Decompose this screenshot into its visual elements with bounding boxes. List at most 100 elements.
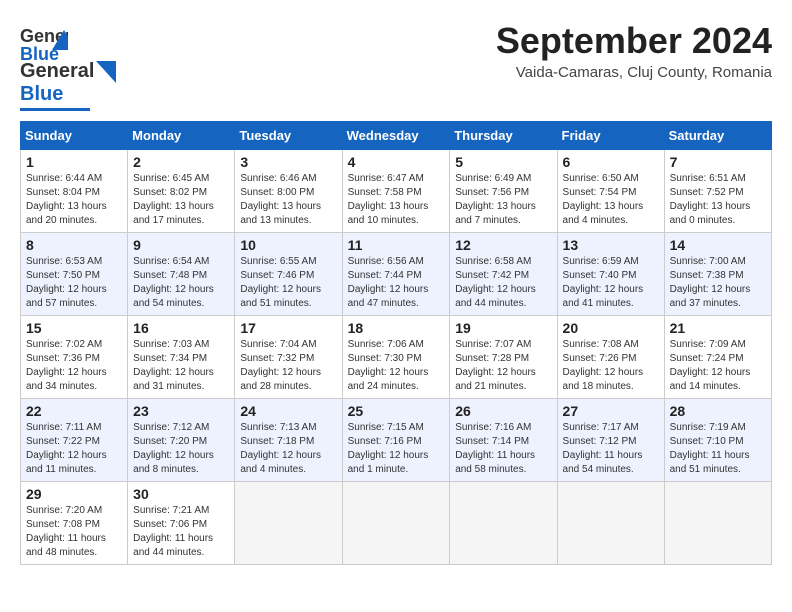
day-cell-4: 4 Sunrise: 6:47 AM Sunset: 7:58 PM Dayli… xyxy=(342,150,450,233)
day-number: 14 xyxy=(670,237,766,253)
day-info: Sunrise: 7:12 AM Sunset: 7:20 PM Dayligh… xyxy=(133,421,229,477)
day-number: 11 xyxy=(348,237,445,253)
weekday-header-tuesday: Tuesday xyxy=(235,122,342,150)
logo-arrow-icon xyxy=(96,61,116,83)
weekday-header-monday: Monday xyxy=(128,122,235,150)
day-number: 4 xyxy=(348,154,445,170)
day-cell-2: 2 Sunrise: 6:45 AM Sunset: 8:02 PM Dayli… xyxy=(128,150,235,233)
day-cell-22: 22 Sunrise: 7:11 AM Sunset: 7:22 PM Dayl… xyxy=(21,399,128,482)
week-row-2: 8 Sunrise: 6:53 AM Sunset: 7:50 PM Dayli… xyxy=(21,233,772,316)
logo: General Blue General Blue xyxy=(20,20,116,111)
location: Vaida-Camaras, Cluj County, Romania xyxy=(496,64,772,81)
weekday-header-sunday: Sunday xyxy=(21,122,128,150)
day-number: 29 xyxy=(26,486,122,502)
day-cell-8: 8 Sunrise: 6:53 AM Sunset: 7:50 PM Dayli… xyxy=(21,233,128,316)
day-info: Sunrise: 6:55 AM Sunset: 7:46 PM Dayligh… xyxy=(240,255,336,311)
day-info: Sunrise: 6:53 AM Sunset: 7:50 PM Dayligh… xyxy=(26,255,122,311)
day-info: Sunrise: 7:21 AM Sunset: 7:06 PM Dayligh… xyxy=(133,504,229,560)
day-info: Sunrise: 7:08 AM Sunset: 7:26 PM Dayligh… xyxy=(563,338,659,394)
day-number: 19 xyxy=(455,320,551,336)
day-info: Sunrise: 7:15 AM Sunset: 7:16 PM Dayligh… xyxy=(348,421,445,477)
day-info: Sunrise: 6:46 AM Sunset: 8:00 PM Dayligh… xyxy=(240,172,336,228)
empty-cell xyxy=(557,482,664,565)
day-info: Sunrise: 6:45 AM Sunset: 8:02 PM Dayligh… xyxy=(133,172,229,228)
empty-cell xyxy=(342,482,450,565)
day-cell-17: 17 Sunrise: 7:04 AM Sunset: 7:32 PM Dayl… xyxy=(235,316,342,399)
day-number: 15 xyxy=(26,320,122,336)
day-cell-9: 9 Sunrise: 6:54 AM Sunset: 7:48 PM Dayli… xyxy=(128,233,235,316)
day-cell-29: 29 Sunrise: 7:20 AM Sunset: 7:08 PM Dayl… xyxy=(21,482,128,565)
day-info: Sunrise: 7:20 AM Sunset: 7:08 PM Dayligh… xyxy=(26,504,122,560)
day-info: Sunrise: 6:56 AM Sunset: 7:44 PM Dayligh… xyxy=(348,255,445,311)
day-cell-7: 7 Sunrise: 6:51 AM Sunset: 7:52 PM Dayli… xyxy=(664,150,771,233)
weekday-header-wednesday: Wednesday xyxy=(342,122,450,150)
day-number: 2 xyxy=(133,154,229,170)
day-info: Sunrise: 6:47 AM Sunset: 7:58 PM Dayligh… xyxy=(348,172,445,228)
day-cell-30: 30 Sunrise: 7:21 AM Sunset: 7:06 PM Dayl… xyxy=(128,482,235,565)
day-number: 18 xyxy=(348,320,445,336)
empty-cell xyxy=(450,482,557,565)
day-cell-16: 16 Sunrise: 7:03 AM Sunset: 7:34 PM Dayl… xyxy=(128,316,235,399)
day-number: 3 xyxy=(240,154,336,170)
day-info: Sunrise: 6:54 AM Sunset: 7:48 PM Dayligh… xyxy=(133,255,229,311)
day-number: 12 xyxy=(455,237,551,253)
weekday-header-friday: Friday xyxy=(557,122,664,150)
day-cell-26: 26 Sunrise: 7:16 AM Sunset: 7:14 PM Dayl… xyxy=(450,399,557,482)
day-info: Sunrise: 7:13 AM Sunset: 7:18 PM Dayligh… xyxy=(240,421,336,477)
day-info: Sunrise: 7:02 AM Sunset: 7:36 PM Dayligh… xyxy=(26,338,122,394)
day-cell-5: 5 Sunrise: 6:49 AM Sunset: 7:56 PM Dayli… xyxy=(450,150,557,233)
day-number: 7 xyxy=(670,154,766,170)
day-cell-18: 18 Sunrise: 7:06 AM Sunset: 7:30 PM Dayl… xyxy=(342,316,450,399)
header: General Blue General Blue September 2024… xyxy=(20,20,772,111)
day-number: 23 xyxy=(133,403,229,419)
day-info: Sunrise: 6:58 AM Sunset: 7:42 PM Dayligh… xyxy=(455,255,551,311)
calendar: SundayMondayTuesdayWednesdayThursdayFrid… xyxy=(20,121,772,565)
day-number: 21 xyxy=(670,320,766,336)
day-number: 30 xyxy=(133,486,229,502)
week-row-1: 1 Sunrise: 6:44 AM Sunset: 8:04 PM Dayli… xyxy=(21,150,772,233)
day-info: Sunrise: 7:04 AM Sunset: 7:32 PM Dayligh… xyxy=(240,338,336,394)
day-number: 5 xyxy=(455,154,551,170)
day-number: 24 xyxy=(240,403,336,419)
week-row-5: 29 Sunrise: 7:20 AM Sunset: 7:08 PM Dayl… xyxy=(21,482,772,565)
day-number: 16 xyxy=(133,320,229,336)
empty-cell xyxy=(235,482,342,565)
logo-general: General xyxy=(20,60,94,83)
day-number: 17 xyxy=(240,320,336,336)
day-info: Sunrise: 6:59 AM Sunset: 7:40 PM Dayligh… xyxy=(563,255,659,311)
day-number: 22 xyxy=(26,403,122,419)
day-info: Sunrise: 7:09 AM Sunset: 7:24 PM Dayligh… xyxy=(670,338,766,394)
day-number: 6 xyxy=(563,154,659,170)
day-cell-25: 25 Sunrise: 7:15 AM Sunset: 7:16 PM Dayl… xyxy=(342,399,450,482)
day-cell-23: 23 Sunrise: 7:12 AM Sunset: 7:20 PM Dayl… xyxy=(128,399,235,482)
logo-underline xyxy=(20,108,90,111)
day-number: 8 xyxy=(26,237,122,253)
logo-blue: Blue xyxy=(20,83,63,106)
day-info: Sunrise: 7:16 AM Sunset: 7:14 PM Dayligh… xyxy=(455,421,551,477)
weekday-header-saturday: Saturday xyxy=(664,122,771,150)
day-info: Sunrise: 6:50 AM Sunset: 7:54 PM Dayligh… xyxy=(563,172,659,228)
day-cell-28: 28 Sunrise: 7:19 AM Sunset: 7:10 PM Dayl… xyxy=(664,399,771,482)
day-info: Sunrise: 7:06 AM Sunset: 7:30 PM Dayligh… xyxy=(348,338,445,394)
day-number: 20 xyxy=(563,320,659,336)
day-number: 9 xyxy=(133,237,229,253)
month-title: September 2024 xyxy=(496,20,772,62)
day-cell-24: 24 Sunrise: 7:13 AM Sunset: 7:18 PM Dayl… xyxy=(235,399,342,482)
week-row-4: 22 Sunrise: 7:11 AM Sunset: 7:22 PM Dayl… xyxy=(21,399,772,482)
weekday-header-thursday: Thursday xyxy=(450,122,557,150)
empty-cell xyxy=(664,482,771,565)
day-number: 28 xyxy=(670,403,766,419)
day-cell-3: 3 Sunrise: 6:46 AM Sunset: 8:00 PM Dayli… xyxy=(235,150,342,233)
day-cell-20: 20 Sunrise: 7:08 AM Sunset: 7:26 PM Dayl… xyxy=(557,316,664,399)
week-row-3: 15 Sunrise: 7:02 AM Sunset: 7:36 PM Dayl… xyxy=(21,316,772,399)
day-cell-12: 12 Sunrise: 6:58 AM Sunset: 7:42 PM Dayl… xyxy=(450,233,557,316)
day-cell-21: 21 Sunrise: 7:09 AM Sunset: 7:24 PM Dayl… xyxy=(664,316,771,399)
day-info: Sunrise: 7:07 AM Sunset: 7:28 PM Dayligh… xyxy=(455,338,551,394)
day-number: 27 xyxy=(563,403,659,419)
day-info: Sunrise: 6:49 AM Sunset: 7:56 PM Dayligh… xyxy=(455,172,551,228)
day-number: 10 xyxy=(240,237,336,253)
day-number: 25 xyxy=(348,403,445,419)
day-cell-10: 10 Sunrise: 6:55 AM Sunset: 7:46 PM Dayl… xyxy=(235,233,342,316)
day-info: Sunrise: 6:51 AM Sunset: 7:52 PM Dayligh… xyxy=(670,172,766,228)
day-number: 1 xyxy=(26,154,122,170)
